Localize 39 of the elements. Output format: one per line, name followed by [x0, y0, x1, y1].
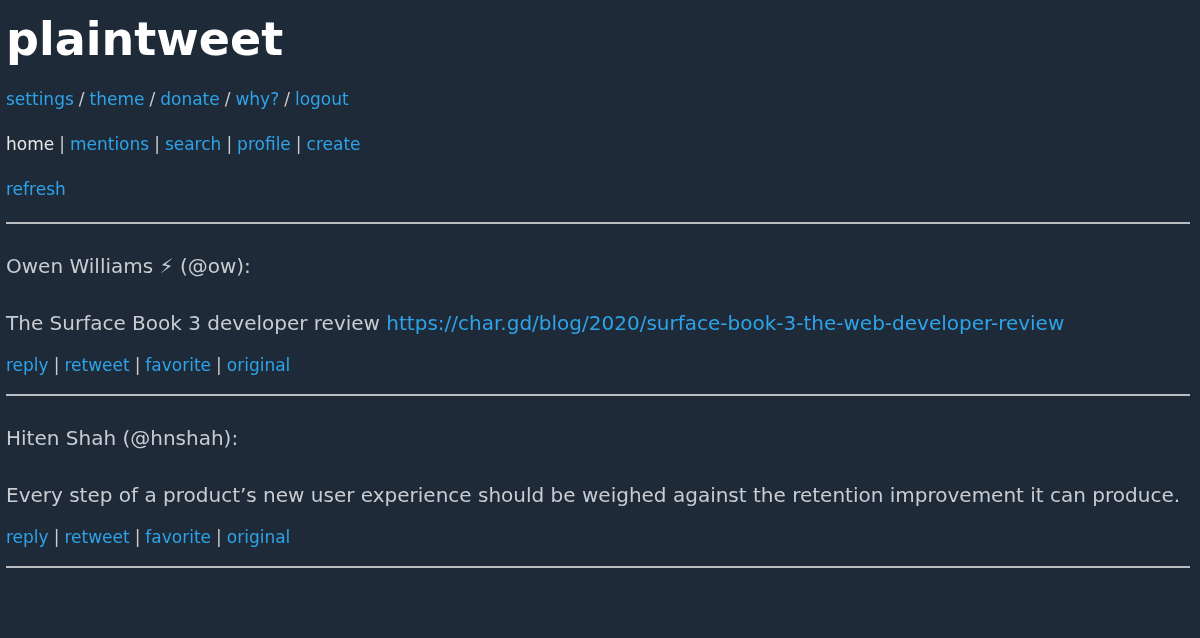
tweet-link[interactable]: https://char.gd/blog/2020/surface-book-3-the-web-developer-review: [386, 311, 1065, 336]
separator: |: [226, 133, 233, 157]
nav-link[interactable]: logout: [294, 87, 349, 112]
tweet-action-link[interactable]: reply: [6, 353, 49, 378]
nav-link[interactable]: mentions: [69, 132, 150, 157]
separator: |: [216, 526, 222, 550]
nav-link[interactable]: theme: [89, 87, 145, 112]
nav-link[interactable]: profile: [237, 132, 291, 157]
tweet-action-link[interactable]: favorite: [145, 353, 212, 378]
separator: |: [53, 526, 60, 550]
tweet-action-link[interactable]: favorite: [145, 525, 212, 550]
separator: /: [78, 88, 85, 112]
nav-link[interactable]: create: [306, 132, 361, 157]
current-nav-item[interactable]: home: [6, 132, 55, 157]
separator: |: [295, 133, 302, 157]
tweet-action-link[interactable]: retweet: [64, 525, 130, 550]
separator: /: [149, 88, 156, 112]
nav-link[interactable]: settings: [6, 87, 74, 112]
separator: |: [134, 526, 141, 550]
tweet-author: Hiten Shah (@hnshah):: [6, 425, 240, 453]
nav-link[interactable]: why?: [235, 87, 280, 112]
nav-link[interactable]: donate: [160, 87, 220, 112]
tweet-action-link[interactable]: retweet: [64, 353, 130, 378]
tweet-text: Every step of a product’s new user experience should be weighed against the retention improvement it can produce.: [6, 482, 1182, 510]
site-title: plaintweet: [6, 12, 285, 68]
separator: |: [53, 354, 60, 378]
tweet-author: Owen Williams ⚡ (@ow):: [6, 253, 252, 281]
separator: |: [134, 354, 141, 378]
separator: |: [59, 133, 65, 157]
separator: |: [154, 133, 160, 157]
separator: |: [216, 354, 222, 378]
separator: /: [224, 88, 231, 112]
tweet-action-link[interactable]: original: [226, 525, 291, 550]
tweet-action-link[interactable]: reply: [6, 525, 49, 550]
tweet-text: The Surface Book 3 developer review https://char.gd/blog/2020/surface-book-3-the-web-developer-review: [6, 310, 1066, 338]
tweet-action-link[interactable]: original: [226, 353, 291, 378]
nav-link[interactable]: search: [164, 132, 222, 157]
separator: /: [284, 88, 290, 112]
nav-link[interactable]: refresh: [6, 177, 66, 202]
